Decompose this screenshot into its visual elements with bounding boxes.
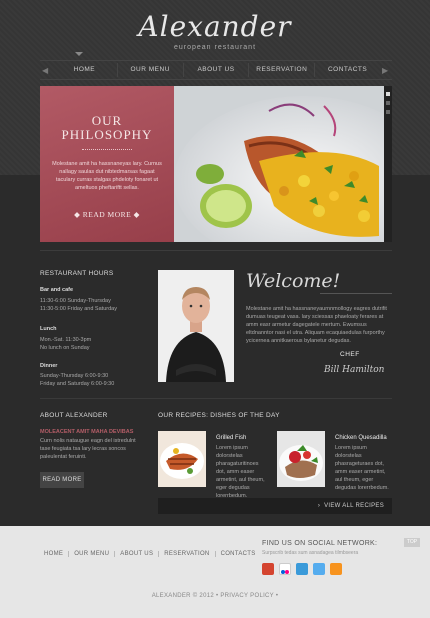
welcome-text: Molestane amit ha hassnaneyaurnnmollogy … bbox=[246, 306, 387, 344]
panel-divider bbox=[82, 149, 132, 150]
flickr-dots bbox=[281, 570, 289, 574]
recipe-chicken-quesadilla-text: Lorem ipsum dolorstelas phasrageturaes d… bbox=[335, 445, 389, 491]
nav-item-reservation[interactable]: RESERVATION bbox=[249, 63, 316, 77]
grilled-fish-illustration bbox=[158, 431, 206, 487]
welcome-divider bbox=[320, 293, 392, 294]
philosophy-read-more-link[interactable]: ◆ READ MORE ◆ bbox=[40, 210, 174, 219]
hero-slider: OUR PHILOSOPHY Molestane amit ha hassnan… bbox=[40, 86, 392, 242]
slider-dot-2[interactable] bbox=[386, 101, 390, 105]
view-all-recipes-button[interactable]: › VIEW ALL RECIPES bbox=[158, 498, 392, 514]
footer-nav: HOME OUR MENU ABOUT US RESERVATION CONTA… bbox=[40, 551, 261, 557]
copyright: ALEXANDER © 2012 • PRIVACY POLICY • bbox=[151, 593, 279, 599]
hours-dinner-line-1: Sunday-Thursday 6:00-9:30 bbox=[40, 373, 109, 379]
hours-lunch-heading: Lunch bbox=[40, 326, 57, 332]
skype-icon[interactable] bbox=[296, 563, 308, 575]
rss-icon[interactable] bbox=[330, 563, 342, 575]
chef-illustration bbox=[158, 270, 234, 382]
food-illustration bbox=[174, 86, 384, 242]
quesadilla-illustration bbox=[277, 431, 325, 487]
recipe-chicken-quesadilla-image[interactable] bbox=[277, 431, 325, 487]
hours-bar-line-1: 11:30-6:00 Sunday-Thursday bbox=[40, 298, 111, 304]
footer-nav-about-us[interactable]: ABOUT US bbox=[115, 551, 160, 557]
google-plus-icon[interactable] bbox=[262, 563, 274, 575]
chef-photo bbox=[158, 270, 234, 382]
hours-lunch-line-2: No lunch on Sunday bbox=[40, 345, 90, 351]
philosophy-title: OUR PHILOSOPHY bbox=[40, 114, 174, 142]
twitter-icon[interactable] bbox=[313, 563, 325, 575]
main-nav: HOME OUR MENU ABOUT US RESERVATION CONTA… bbox=[40, 60, 392, 80]
hours-dinner-line-2: Friday and Saturday 6:00-9:30 bbox=[40, 381, 115, 387]
flickr-icon[interactable] bbox=[279, 563, 291, 575]
chef-label: CHEF bbox=[340, 351, 360, 358]
social-subtitle: Surpscrib tedas sum asnadagea tilmbseera bbox=[262, 550, 359, 556]
hours-title: RESTAURANT HOURS bbox=[40, 270, 114, 277]
about-subtitle: MOLEACENT AMIT MAHA DEVIBAS bbox=[40, 429, 134, 435]
chef-signature: Bill Hamilton bbox=[324, 365, 385, 375]
hours-bar-line-2: 11:30-5:00 Friday and Saturday bbox=[40, 306, 117, 312]
footer-nav-our-menu[interactable]: OUR MENU bbox=[69, 551, 116, 557]
about-title: ABOUT ALEXANDER bbox=[40, 412, 108, 419]
slider-dot-1[interactable] bbox=[386, 92, 390, 96]
recipe-grilled-fish-text: Lorem ipsum dolorstelas pharagaturitinoe… bbox=[216, 445, 265, 499]
hours-lunch-line-1: Mon.-Sat. 11:30-3pm bbox=[40, 337, 92, 343]
nav-item-contacts[interactable]: CONTACTS bbox=[315, 63, 380, 77]
view-all-chevron-icon: › bbox=[317, 503, 321, 509]
footer-nav-contacts[interactable]: CONTACTS bbox=[216, 551, 261, 557]
nav-item-our-menu[interactable]: OUR MENU bbox=[118, 63, 184, 77]
nav-item-home[interactable]: HOME bbox=[52, 63, 118, 77]
nav-active-indicator bbox=[75, 52, 83, 56]
food-photo bbox=[174, 86, 384, 242]
philosophy-title-line2: PHILOSOPHY bbox=[61, 127, 153, 142]
tagline: european restaurant bbox=[173, 44, 257, 51]
recipe-grilled-fish-title[interactable]: Grilled Fish bbox=[216, 435, 246, 441]
logo[interactable]: Alexander bbox=[0, 10, 430, 43]
footer-nav-home[interactable]: HOME bbox=[40, 551, 70, 557]
social-title: FIND US ON SOCIAL NETWORK: bbox=[262, 540, 378, 547]
slider-dot-3[interactable] bbox=[386, 110, 390, 114]
welcome-heading: Welcome! bbox=[246, 270, 341, 292]
philosophy-text: Molestane amit ha hassnaneyas lary. Curn… bbox=[52, 161, 162, 191]
recipe-chicken-quesadilla-title[interactable]: Chicken Quesadilla bbox=[335, 435, 387, 441]
philosophy-title-line1: OUR bbox=[91, 113, 123, 128]
nav-item-about-us[interactable]: ABOUT US bbox=[184, 63, 250, 77]
hours-lunch-label: Lunch bbox=[40, 325, 57, 333]
about-text: Curn nolis nataugue eagn del istredulnt … bbox=[40, 438, 136, 460]
hours-dinner-label: Dinner bbox=[40, 362, 57, 370]
recipes-title: OUR RECIPES: DISHES OF THE DAY bbox=[158, 412, 280, 419]
footer-nav-reservation[interactable]: RESERVATION bbox=[159, 551, 216, 557]
read-more-label: READ MORE bbox=[82, 210, 132, 219]
about-read-more-button[interactable]: READ MORE bbox=[40, 472, 84, 488]
back-to-top-button[interactable]: TOP bbox=[404, 538, 420, 547]
view-all-recipes-label: VIEW ALL RECIPES bbox=[324, 503, 384, 509]
recipe-grilled-fish-image[interactable] bbox=[158, 431, 206, 487]
hours-bar-heading: Bar and cafe bbox=[40, 287, 74, 293]
hours-bar-label: Bar and cafe bbox=[40, 286, 73, 294]
slider-pager bbox=[384, 86, 392, 242]
hours-dinner-heading: Dinner bbox=[40, 363, 58, 369]
philosophy-panel: OUR PHILOSOPHY Molestane amit ha hassnan… bbox=[40, 86, 174, 242]
section-divider-2 bbox=[40, 398, 392, 399]
section-divider bbox=[40, 250, 392, 251]
